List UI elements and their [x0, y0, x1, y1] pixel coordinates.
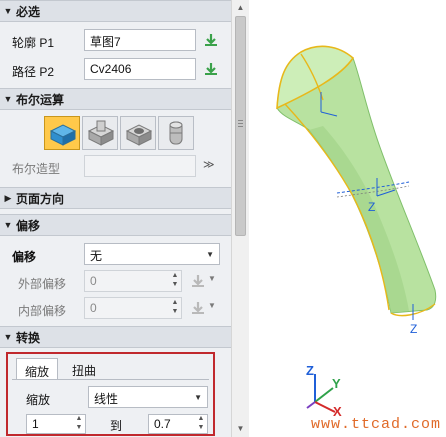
convert-group-highlight: 缩放 扭曲 缩放 线性 ▼ 1 ▲ ▼ 到 0.7 ▲ ▼ — [6, 352, 215, 436]
pick-path-icon[interactable] — [203, 61, 219, 77]
boolean-shape-field[interactable] — [84, 155, 196, 177]
tab-divider — [12, 379, 209, 380]
section-required-header[interactable]: ▼ 必选 — [0, 0, 231, 22]
boolean-add-icon — [87, 120, 115, 146]
boolean-base-button[interactable] — [44, 116, 80, 150]
section-boolean-title: 布尔运算 — [16, 92, 65, 107]
collapse-triangle-icon: ▼ — [3, 94, 13, 104]
offset-label: 偏移 — [12, 250, 37, 264]
section-required-title: 必选 — [16, 4, 41, 19]
path-field[interactable]: Cv2406 — [84, 58, 196, 80]
scrollbar-thumb[interactable] — [235, 16, 246, 236]
chevron-down-icon: ▼ — [206, 250, 214, 259]
outer-offset-field[interactable]: 0 — [84, 270, 182, 292]
pick-outer-offset-icon[interactable] — [190, 273, 206, 289]
boolean-subtract-icon — [125, 124, 153, 146]
boolean-shape-label: 布尔造型 — [12, 162, 61, 176]
outer-offset-spinner[interactable]: ▲ ▼ — [170, 271, 180, 291]
scale-select-value: 线性 — [94, 392, 119, 406]
tab-scale[interactable]: 缩放 — [16, 358, 59, 380]
collapse-triangle-icon: ▼ — [3, 332, 13, 342]
triad-axis-y-label: Y — [332, 376, 341, 391]
profile-label: 轮廓 P1 — [12, 36, 55, 50]
property-panel: ▼ 必选 轮廓 P1 草图7 路径 P2 Cv2406 ▼ 布尔运算 布尔造型 … — [0, 0, 231, 437]
scroll-up-icon[interactable]: ▲ — [232, 0, 249, 16]
scale-to-label: 到 — [110, 419, 123, 433]
tab-twist[interactable]: 扭曲 — [64, 358, 104, 380]
profile-field[interactable]: 草图7 — [84, 29, 196, 51]
collapse-triangle-icon: ▼ — [3, 6, 13, 16]
boolean-add-button[interactable] — [82, 116, 118, 150]
inner-offset-label: 内部偏移 — [18, 304, 67, 318]
path-label: 路径 P2 — [12, 65, 55, 79]
section-convert-header[interactable]: ▼ 转换 — [0, 326, 231, 348]
site-watermark: www.ttcad.com — [311, 416, 442, 433]
section-boolean-header[interactable]: ▼ 布尔运算 — [0, 88, 231, 110]
offset-select[interactable]: 无 ▼ — [84, 243, 220, 265]
expand-chevron-icon[interactable]: ≫ — [203, 158, 215, 171]
section-page-direction-header[interactable]: ▶ 页面方向 — [0, 187, 231, 209]
outer-offset-dropdown-icon[interactable]: ▼ — [208, 274, 216, 283]
collapse-triangle-icon: ▼ — [3, 220, 13, 230]
scale-from-spinner[interactable]: ▲ ▼ — [74, 414, 84, 434]
scale-to-spinner[interactable]: ▲ ▼ — [196, 414, 206, 434]
boolean-intersect-icon — [169, 121, 183, 145]
section-convert-title: 转换 — [16, 330, 41, 345]
model-end-axis-z-label: Z — [410, 322, 418, 336]
outer-offset-label: 外部偏移 — [18, 277, 67, 291]
boolean-subtract-button[interactable] — [120, 116, 156, 150]
boolean-intersect-button[interactable] — [158, 116, 194, 150]
inner-offset-field[interactable]: 0 — [84, 297, 182, 319]
3d-viewport[interactable]: Z Z Z Y X — [249, 0, 446, 437]
inner-offset-spinner[interactable]: ▲ ▼ — [170, 298, 180, 318]
section-offset-title: 偏移 — [16, 218, 41, 233]
section-offset-header[interactable]: ▼ 偏移 — [0, 214, 231, 236]
triad-axis-z-label: Z — [306, 363, 314, 378]
pick-inner-offset-icon[interactable] — [190, 300, 206, 316]
pick-profile-icon[interactable] — [203, 32, 219, 48]
model-axis-z-label: Z — [368, 200, 376, 214]
expand-triangle-icon: ▶ — [4, 192, 12, 203]
offset-select-value: 无 — [90, 249, 103, 263]
panel-scrollbar[interactable]: ▲ ▼ — [231, 0, 249, 437]
scroll-down-icon[interactable]: ▼ — [232, 421, 249, 437]
boolean-base-icon — [49, 124, 77, 146]
scale-select[interactable]: 线性 ▼ — [88, 386, 208, 408]
inner-offset-dropdown-icon[interactable]: ▼ — [208, 301, 216, 310]
scale-label: 缩放 — [26, 393, 51, 407]
chevron-down-icon: ▼ — [194, 393, 202, 402]
section-page-direction-title: 页面方向 — [16, 191, 65, 206]
